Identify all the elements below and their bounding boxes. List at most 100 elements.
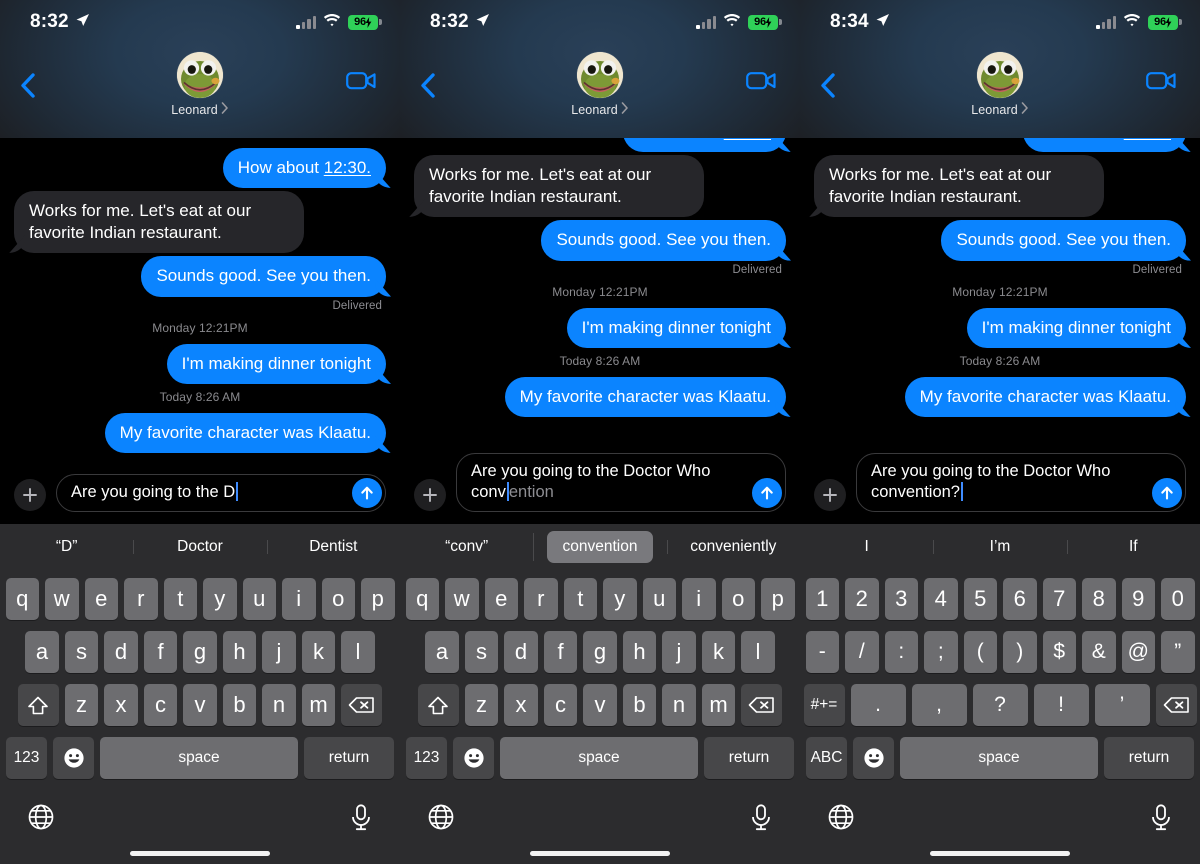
predictive-text-bar[interactable]: I I’m If (800, 524, 1200, 570)
key-y[interactable]: y (203, 578, 237, 620)
key-/[interactable]: / (845, 631, 879, 673)
key-j[interactable]: j (662, 631, 696, 673)
conversation-list[interactable]: How about 12:30. Works for me. Let's eat … (400, 138, 800, 443)
key-g[interactable]: g (583, 631, 617, 673)
key-4[interactable]: 4 (924, 578, 958, 620)
space-key[interactable]: space (900, 737, 1098, 779)
key-j[interactable]: j (262, 631, 296, 673)
key-a[interactable]: a (25, 631, 59, 673)
key-d[interactable]: d (504, 631, 538, 673)
prediction-candidate[interactable]: “D” (0, 532, 133, 562)
key-6[interactable]: 6 (1003, 578, 1037, 620)
key-e[interactable]: e (484, 578, 518, 620)
avatar[interactable] (177, 52, 223, 98)
message-bubble[interactable]: Works for me. Let's eat at our favorite … (414, 155, 704, 218)
predictive-text-bar[interactable]: “D” Doctor Dentist (0, 524, 400, 570)
symbols-toggle-key[interactable]: #+= (803, 684, 845, 726)
prediction-candidate[interactable]: “conv” (400, 532, 533, 562)
message-bubble[interactable]: Works for me. Let's eat at our favorite … (14, 191, 304, 254)
key-n[interactable]: n (262, 684, 296, 726)
key-z[interactable]: z (464, 684, 499, 726)
key-b[interactable]: b (222, 684, 257, 726)
message-bubble[interactable]: How about 12:30. (622, 138, 786, 153)
message-bubble[interactable]: Sounds good. See you then. (941, 220, 1186, 261)
key-8[interactable]: 8 (1082, 578, 1116, 620)
message-bubble[interactable]: Sounds good. See you then. (541, 220, 786, 261)
key-punct-2[interactable]: ? (972, 684, 1028, 726)
shift-key[interactable] (417, 684, 459, 726)
on-screen-keyboard[interactable]: q w e r t y u i o p a s d f g h j k l z x c v b n m 123 space return (400, 570, 800, 790)
home-indicator[interactable] (530, 851, 670, 856)
prediction-candidate[interactable]: If (1066, 532, 1200, 562)
emoji-key[interactable] (853, 737, 894, 779)
prediction-candidate[interactable]: convention (533, 525, 666, 569)
contact-name-row[interactable]: Leonard (971, 101, 1029, 119)
message-bubble[interactable]: How about 12:30. (1022, 138, 1186, 153)
attachments-plus-button[interactable] (14, 479, 46, 511)
keyboard-mode-key[interactable]: ABC (806, 737, 847, 779)
contact-header[interactable]: Leonard (0, 52, 400, 119)
key-u[interactable]: u (242, 578, 276, 620)
key-z[interactable]: z (64, 684, 99, 726)
return-key[interactable]: return (1104, 737, 1194, 779)
key-([interactable]: ( (963, 631, 997, 673)
key-g[interactable]: g (183, 631, 217, 673)
home-indicator[interactable] (930, 851, 1070, 856)
on-screen-keyboard[interactable]: 1 2 3 4 5 6 7 8 9 0 - /:;() $ & @” #+=.,?!’ ABC space retu… (800, 570, 1200, 790)
emoji-key[interactable] (453, 737, 494, 779)
avatar[interactable] (977, 52, 1023, 98)
key-1[interactable]: 1 (805, 578, 839, 620)
key-0[interactable]: 0 (1161, 578, 1195, 620)
key--[interactable]: - (805, 631, 839, 673)
key-c[interactable]: c (543, 684, 578, 726)
conversation-list[interactable]: How about 12:30. Works for me. Let's eat … (0, 138, 400, 464)
key-i[interactable]: i (682, 578, 716, 620)
key-p[interactable]: p (361, 578, 395, 620)
key-s[interactable]: s (464, 631, 499, 673)
key-@[interactable]: @ (1121, 631, 1155, 673)
key-7[interactable]: 7 (1042, 578, 1076, 620)
key-l[interactable]: l (741, 631, 775, 673)
key-d[interactable]: d (104, 631, 138, 673)
key-k[interactable]: k (301, 631, 336, 673)
conversation-list[interactable]: How about 12:30. Works for me. Let's eat … (800, 138, 1200, 443)
send-button[interactable] (352, 478, 382, 508)
key-punct-3[interactable]: ! (1033, 684, 1089, 726)
emoji-key[interactable] (53, 737, 94, 779)
key-m[interactable]: m (701, 684, 736, 726)
key-punct-1[interactable]: , (911, 684, 967, 726)
key-f[interactable]: f (543, 631, 578, 673)
delete-key[interactable] (341, 684, 383, 726)
prediction-candidate[interactable]: I (800, 532, 933, 562)
space-key[interactable]: space (500, 737, 698, 779)
message-bubble[interactable]: My favorite character was Klaatu. (904, 377, 1186, 418)
attachments-plus-button[interactable] (414, 479, 446, 511)
key-a[interactable]: a (425, 631, 459, 673)
key-v[interactable]: v (583, 684, 617, 726)
key-$[interactable]: $ (1042, 631, 1076, 673)
microphone-icon[interactable] (350, 804, 372, 836)
key-t[interactable]: t (163, 578, 197, 620)
key-w[interactable]: w (45, 578, 79, 620)
key-x[interactable]: x (104, 684, 138, 726)
contact-header[interactable]: Leonard (800, 52, 1200, 119)
key-r[interactable]: r (124, 578, 158, 620)
key-s[interactable]: s (64, 631, 99, 673)
key-v[interactable]: v (183, 684, 217, 726)
key-x[interactable]: x (504, 684, 538, 726)
send-button[interactable] (752, 478, 782, 508)
key-)[interactable]: ) (1003, 631, 1037, 673)
key-b[interactable]: b (622, 684, 657, 726)
microphone-icon[interactable] (750, 804, 772, 836)
key-h[interactable]: h (222, 631, 257, 673)
on-screen-keyboard[interactable]: q w e r t y u i o p a s d f g h j k l z x c v b n m 123 space return (0, 570, 400, 790)
space-key[interactable]: space (100, 737, 298, 779)
key-o[interactable]: o (721, 578, 755, 620)
send-button[interactable] (1152, 478, 1182, 508)
globe-icon[interactable] (28, 804, 54, 835)
prediction-candidate[interactable]: conveniently (666, 532, 800, 562)
prediction-candidate[interactable]: Doctor (133, 532, 266, 562)
key-5[interactable]: 5 (963, 578, 997, 620)
home-indicator[interactable] (130, 851, 270, 856)
prediction-candidate[interactable]: Dentist (266, 532, 400, 562)
